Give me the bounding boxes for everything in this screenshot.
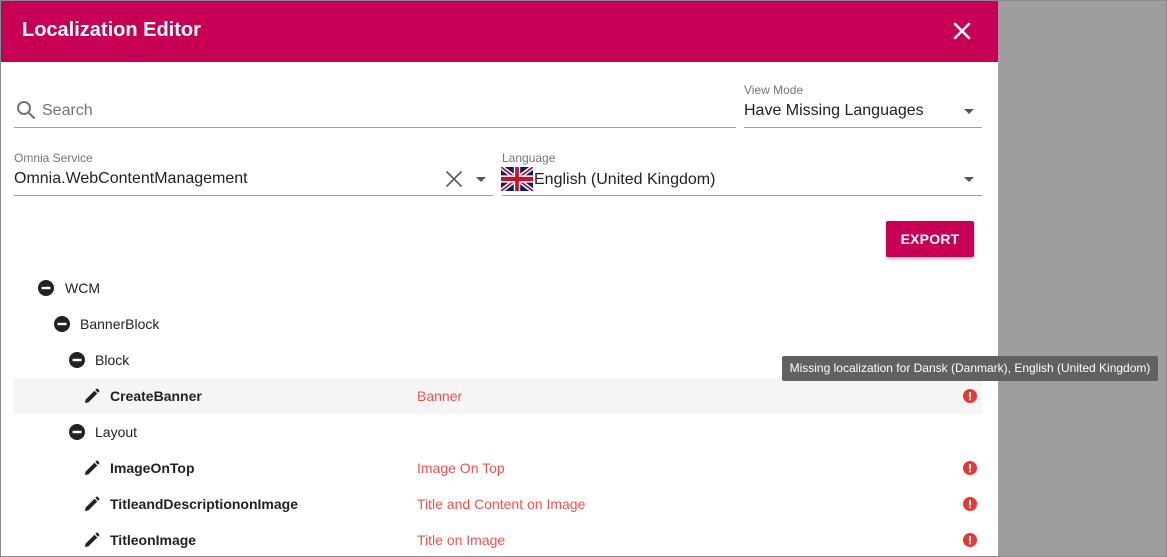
tree-label: BannerBlock	[80, 316, 160, 332]
tree-value: Title and Content on Image	[417, 496, 586, 512]
omnia-service-label: Omnia Service	[14, 151, 93, 165]
tree-label: TitleandDescriptiononImage	[110, 496, 298, 512]
omnia-service-underline	[14, 195, 493, 196]
language-select[interactable]: English (United Kingdom)	[534, 171, 715, 189]
collapse-icon[interactable]	[38, 280, 54, 296]
omnia-service-select[interactable]: Omnia.WebContentManagement	[14, 170, 248, 188]
missing-localization-tooltip: Missing localization for Dansk (Danmark)…	[782, 356, 1158, 381]
collapse-icon[interactable]	[54, 316, 70, 332]
search-icon	[17, 101, 36, 120]
view-mode-select[interactable]: Have Missing Languages	[744, 102, 924, 120]
tree-label: CreateBanner	[110, 388, 202, 404]
omnia-service-chevron-down-icon[interactable]	[476, 177, 486, 182]
tree-row-wcm[interactable]: WCM	[14, 270, 982, 306]
tree-row-createbanner[interactable]: CreateBanner Banner	[14, 378, 982, 414]
pencil-icon[interactable]	[84, 460, 100, 476]
view-mode-chevron-down-icon[interactable]	[964, 109, 974, 114]
tree-label: Block	[95, 352, 130, 368]
view-mode-underline	[744, 127, 982, 128]
close-icon[interactable]	[951, 20, 973, 42]
tree-row-layout[interactable]: Layout	[14, 414, 982, 450]
tree-label: TitleonImage	[110, 532, 197, 548]
uk-flag-icon	[501, 167, 533, 191]
tree-label: Layout	[95, 424, 138, 440]
tree-row-bannerblock[interactable]: BannerBlock	[14, 306, 982, 342]
collapse-icon[interactable]	[69, 352, 85, 368]
collapse-icon[interactable]	[69, 424, 85, 440]
tree-row-imageontop[interactable]: ImageOnTop Image On Top	[14, 450, 982, 486]
tree-row-titleonimage[interactable]: TitleonImage Title on Image	[14, 522, 982, 557]
search-underline	[14, 127, 736, 128]
view-mode-label: View Mode	[744, 83, 804, 97]
language-underline	[502, 195, 982, 196]
tree-row-titleanddescriptiononimage[interactable]: TitleandDescriptiononImage Title and Con…	[14, 486, 982, 522]
language-label: Language	[502, 151, 556, 165]
dialog-header: Localization Editor	[1, 1, 998, 62]
pencil-icon[interactable]	[84, 532, 100, 548]
tree-value: Title on Image	[417, 532, 506, 548]
dialog-title: Localization Editor	[22, 19, 201, 41]
tree-value: Image On Top	[417, 460, 505, 476]
pencil-icon[interactable]	[84, 388, 100, 404]
export-button[interactable]: EXPORT	[886, 221, 974, 257]
warning-icon[interactable]	[963, 461, 977, 475]
tree-label: ImageOnTop	[110, 460, 195, 476]
warning-icon[interactable]	[963, 497, 977, 511]
pencil-icon[interactable]	[84, 496, 100, 512]
language-chevron-down-icon[interactable]	[964, 177, 974, 182]
warning-icon[interactable]	[963, 389, 977, 403]
clear-icon[interactable]	[445, 170, 463, 188]
tree-label: WCM	[65, 280, 100, 296]
search-input[interactable]	[42, 99, 732, 123]
tree-value: Banner	[417, 388, 463, 404]
localization-editor-dialog: Localization Editor View Mode Have Missi…	[1, 1, 998, 557]
warning-icon[interactable]	[963, 533, 977, 547]
